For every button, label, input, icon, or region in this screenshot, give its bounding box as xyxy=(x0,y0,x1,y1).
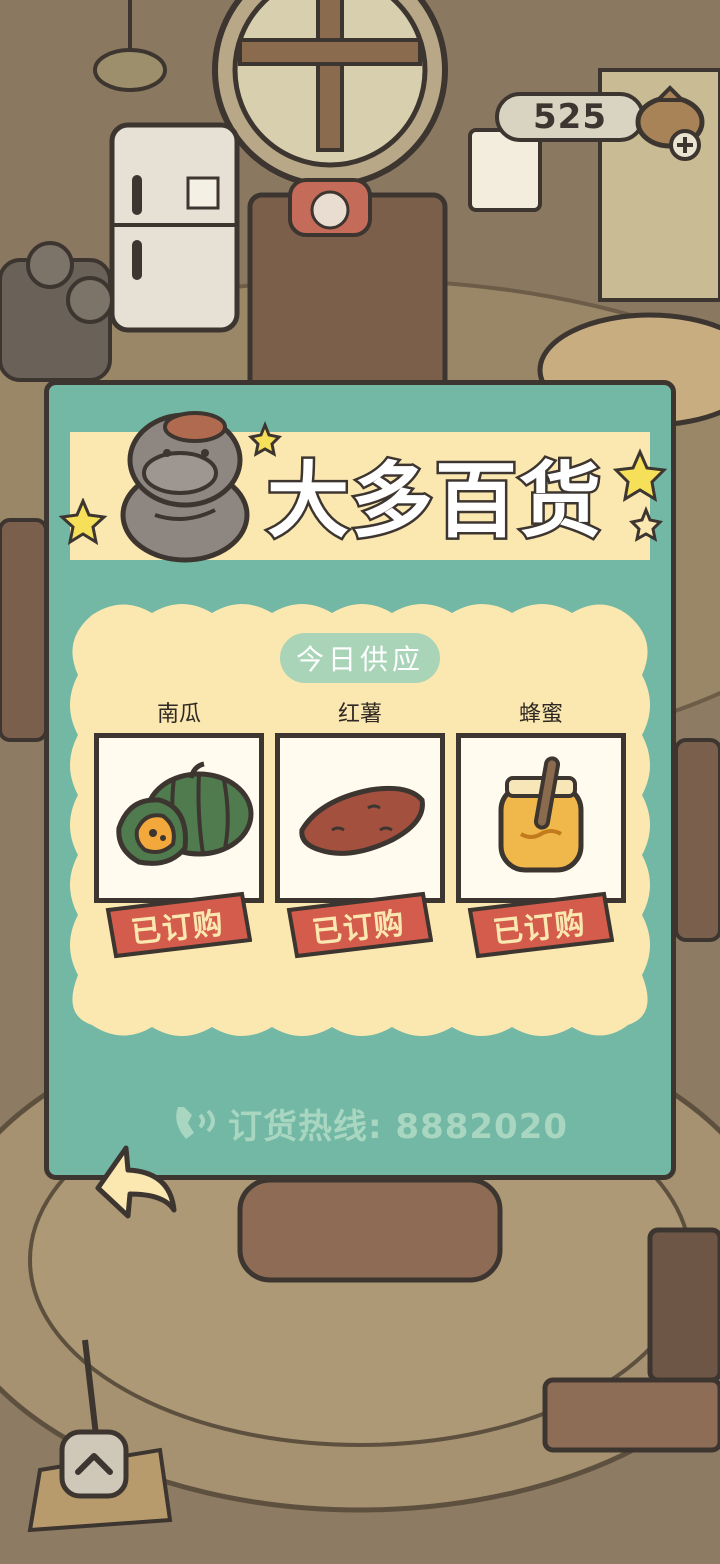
add-currency-button[interactable] xyxy=(668,128,702,162)
shop-title: 大多百货 xyxy=(264,451,603,551)
item-name-honey: 蜂蜜 xyxy=(518,702,563,727)
item-card-pumpkin[interactable] xyxy=(94,733,264,903)
pumpkin-icon xyxy=(116,761,254,866)
item-card-honey[interactable] xyxy=(456,733,626,903)
back-arrow-button[interactable] xyxy=(84,1138,184,1228)
ordered-tag-honey: 已订购 xyxy=(464,890,614,960)
item-name-pumpkin: 南瓜 xyxy=(156,702,201,727)
hotline-text: 订货热线: 8882020 xyxy=(228,1106,569,1147)
sweet-potato-icon xyxy=(299,785,425,856)
item-name-sweet-potato: 红薯 xyxy=(337,702,382,727)
star-icon xyxy=(612,448,668,542)
expand-up-button[interactable] xyxy=(58,1428,130,1500)
order-hotline: 订货热线: 8882020 xyxy=(170,1098,590,1148)
ordered-tag-sweet-potato: 已订购 xyxy=(283,890,433,960)
todays-supply-label: 今日供应 xyxy=(280,633,440,683)
honey-jar-icon xyxy=(498,756,584,873)
star-icon xyxy=(58,498,108,546)
ordered-tag-pumpkin: 已订购 xyxy=(102,890,252,960)
currency-amount: 525 xyxy=(533,97,607,137)
item-card-sweet-potato[interactable] xyxy=(275,733,445,903)
currency-counter: 525 xyxy=(495,92,645,142)
